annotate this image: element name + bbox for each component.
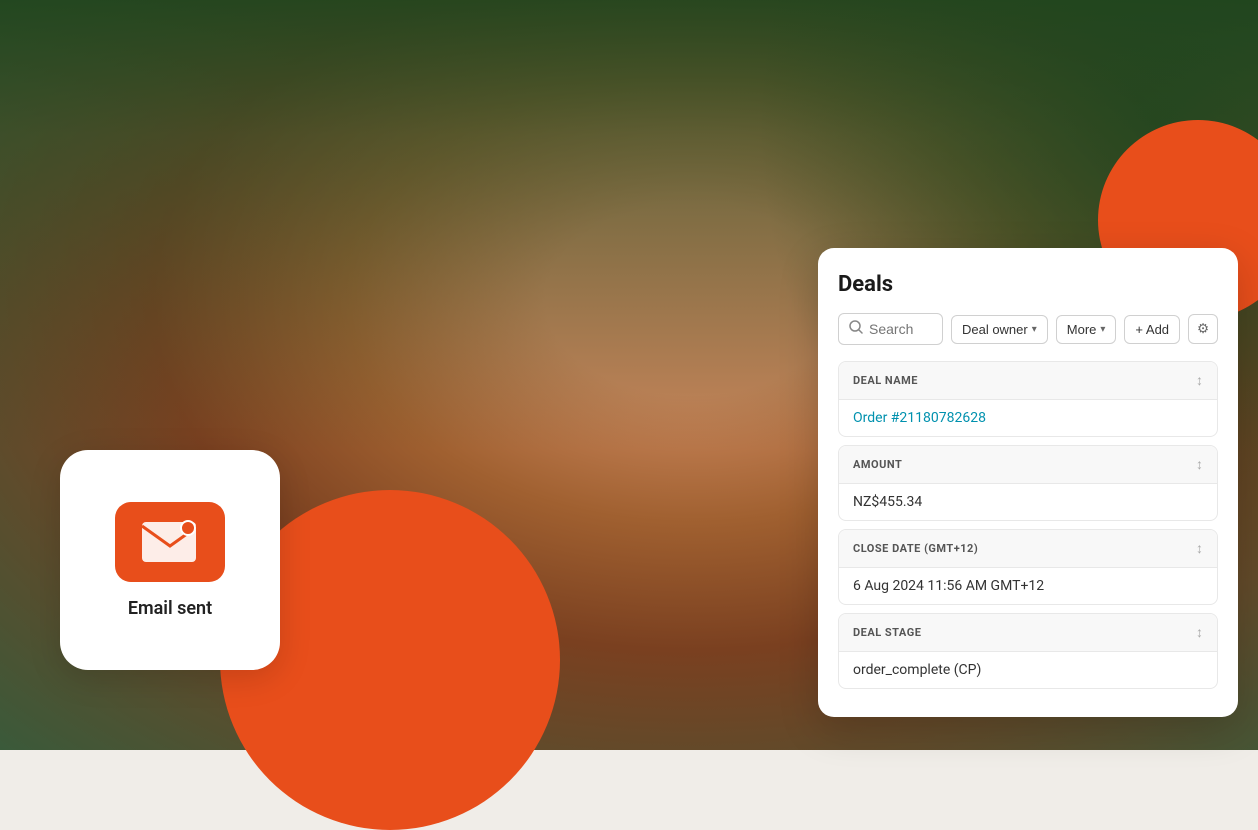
deal-section-value-close-date: 6 Aug 2024 11:56 AM GMT+12 [839,568,1217,604]
deal-sections-container: DEAL NAME ↕ Order #21180782628 AMOUNT ↕ NZ$45… [838,361,1218,689]
deals-panel: Deals Deal owner ▾ More ▾ + Add ⚙ [818,248,1238,717]
deal-section-amount: AMOUNT ↕ NZ$455.34 [838,445,1218,521]
deal-section-header-deal-stage: DEAL STAGE ↕ [839,614,1217,652]
deal-section-header-close-date: CLOSE DATE (GMT+12) ↕ [839,530,1217,568]
deals-toolbar: Deal owner ▾ More ▾ + Add ⚙ [838,313,1218,345]
email-icon-container [115,502,225,582]
deal-section-label-amount: AMOUNT [853,458,902,471]
deal-section-deal-stage: DEAL STAGE ↕ order_complete (CP) [838,613,1218,689]
deal-section-sort-deal-name[interactable]: ↕ [1196,372,1203,389]
email-sent-label: Email sent [128,598,212,619]
deal-owner-label: Deal owner [962,322,1028,337]
deal-section-header-amount: AMOUNT ↕ [839,446,1217,484]
deal-section-label-close-date: CLOSE DATE (GMT+12) [853,542,978,555]
search-input[interactable] [869,321,932,337]
deal-section-header-deal-name: DEAL NAME ↕ [839,362,1217,400]
add-label: + Add [1135,322,1169,337]
settings-button[interactable]: ⚙ [1188,314,1218,344]
deal-section-value-deal-name: Order #21180782628 [839,400,1217,436]
add-button[interactable]: + Add [1124,315,1180,344]
deal-link-deal-name[interactable]: Order #21180782628 [853,410,986,426]
search-box [838,313,943,345]
deal-section-deal-name: DEAL NAME ↕ Order #21180782628 [838,361,1218,437]
search-icon [849,320,863,338]
deal-section-value-amount: NZ$455.34 [839,484,1217,520]
deal-section-value-deal-stage: order_complete (CP) [839,652,1217,688]
email-envelope-icon [140,520,200,564]
deal-owner-chevron-icon: ▾ [1032,324,1037,335]
settings-icon: ⚙ [1197,321,1209,336]
deal-owner-filter-button[interactable]: Deal owner ▾ [951,315,1048,344]
more-chevron-icon: ▾ [1100,324,1105,335]
more-label: More [1067,322,1097,337]
deal-section-sort-deal-stage[interactable]: ↕ [1196,624,1203,641]
deal-section-label-deal-name: DEAL NAME [853,374,918,387]
deals-panel-title: Deals [838,272,1218,297]
deal-section-label-deal-stage: DEAL STAGE [853,626,921,639]
email-sent-card: Email sent [60,450,280,670]
deal-section-sort-close-date[interactable]: ↕ [1196,540,1203,557]
deal-section-sort-amount[interactable]: ↕ [1196,456,1203,473]
more-filter-button[interactable]: More ▾ [1056,315,1117,344]
deal-section-close-date: CLOSE DATE (GMT+12) ↕ 6 Aug 2024 11:56 AM … [838,529,1218,605]
